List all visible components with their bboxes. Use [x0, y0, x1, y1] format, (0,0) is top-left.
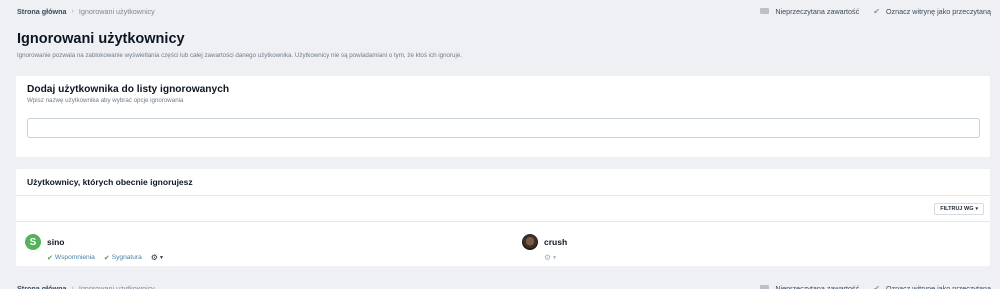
- settings-menu-button[interactable]: ⚙ ▼: [544, 253, 557, 262]
- check-icon: ✔: [873, 6, 880, 16]
- top-actions: Nieprzeczytana zawartość ✔ Oznacz witryn…: [760, 7, 991, 16]
- mark-read-label: Oznacz witrynę jako przeczytaną: [885, 6, 991, 16]
- ignored-user-item: S sino ✔ Wspomnienia ✔ Sygnatura ⚙ ▼: [25, 232, 164, 262]
- page-title: Ignorowani użytkownicy: [17, 31, 185, 47]
- check-icon: ✔: [103, 254, 110, 262]
- unread-icon: [760, 285, 770, 289]
- ignored-users-card: Użytkownicy, których obecnie ignorujesz …: [16, 169, 990, 266]
- ignore-option[interactable]: ✔ Sygnatura: [104, 254, 142, 262]
- breadcrumb-home-link[interactable]: Strona główna: [17, 7, 67, 16]
- gear-icon: ⚙: [150, 253, 158, 262]
- mark-read-label: Oznacz witrynę jako przeczytaną: [885, 283, 991, 289]
- breadcrumb-separator: ›: [71, 7, 74, 15]
- gear-icon: ⚙: [544, 253, 552, 262]
- settings-menu-button[interactable]: ⚙ ▼: [151, 253, 164, 262]
- add-ignore-heading: Dodaj użytkownika do listy ignorowanych: [27, 84, 230, 95]
- breadcrumb: Strona główna › Ignorowani użytkownicy: [17, 284, 155, 289]
- ignored-user-item: crush ⚙ ▼: [522, 232, 567, 262]
- add-ignore-hint: Wpisz nazwę użytkownika aby wybrać opcje…: [27, 97, 184, 104]
- ignore-options: ⚙ ▼: [544, 253, 567, 262]
- ignore-option[interactable]: ✔ Wspomnienia: [47, 254, 95, 262]
- bottom-bar: Strona główna › Ignorowani użytkownicy N…: [17, 282, 991, 289]
- breadcrumb-current-link[interactable]: Ignorowani użytkownicy: [79, 7, 155, 16]
- breadcrumb-current-link[interactable]: Ignorowani użytkownicy: [79, 284, 155, 289]
- caret-down-icon: ▾: [975, 206, 978, 212]
- bottom-actions: Nieprzeczytana zawartość ✔ Oznacz witryn…: [760, 284, 991, 289]
- breadcrumb-separator: ›: [71, 284, 74, 289]
- breadcrumb-home-link[interactable]: Strona główna: [17, 284, 67, 289]
- unread-content-label: Nieprzeczytana zawartość: [775, 6, 860, 16]
- divider: [16, 221, 990, 222]
- unread-content-link[interactable]: Nieprzeczytana zawartość: [760, 284, 859, 289]
- unread-content-link[interactable]: Nieprzeczytana zawartość: [760, 7, 859, 16]
- mark-read-link[interactable]: ✔ Oznacz witrynę jako przeczytaną: [873, 7, 991, 16]
- avatar[interactable]: [522, 234, 538, 250]
- ignore-option-label: Sygnatura: [111, 254, 142, 261]
- top-bar: Strona główna › Ignorowani użytkownicy N…: [17, 5, 991, 17]
- filter-button[interactable]: FILTRUJ WG ▾: [934, 203, 984, 215]
- ignore-option-label: Wspomnienia: [54, 254, 95, 261]
- check-icon: ✔: [47, 254, 53, 262]
- mark-read-link[interactable]: ✔ Oznacz witrynę jako przeczytaną: [873, 284, 991, 289]
- avatar[interactable]: S: [25, 234, 41, 250]
- page-subtitle: Ignorowanie pozwala na zablokowanie wyśw…: [17, 52, 463, 59]
- caret-down-icon: ▼: [158, 254, 164, 261]
- ignore-options: ✔ Wspomnienia ✔ Sygnatura ⚙ ▼: [47, 253, 164, 262]
- check-icon: ✔: [873, 283, 880, 289]
- username-link[interactable]: crush: [544, 237, 567, 247]
- divider: [16, 195, 990, 196]
- ignored-users-heading: Użytkownicy, których obecnie ignorujesz: [27, 177, 193, 187]
- username-input[interactable]: [27, 118, 980, 138]
- unread-content-label: Nieprzeczytana zawartość: [775, 283, 860, 289]
- username-link[interactable]: sino: [47, 237, 64, 247]
- add-ignore-card: Dodaj użytkownika do listy ignorowanych …: [16, 76, 990, 157]
- breadcrumb: Strona główna › Ignorowani użytkownicy: [17, 7, 155, 16]
- filter-label: FILTRUJ WG: [940, 206, 974, 212]
- caret-down-icon: ▼: [552, 254, 558, 261]
- unread-icon: [760, 8, 770, 14]
